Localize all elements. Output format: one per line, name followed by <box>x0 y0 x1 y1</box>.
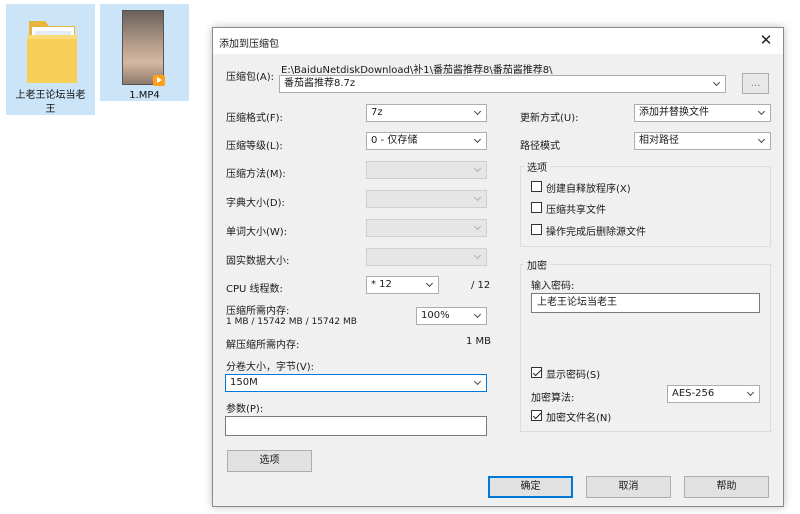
browse-button[interactable]: ... <box>742 73 769 94</box>
folder-label: 上老王论坛当老王 <box>15 90 86 115</box>
encrypt-filenames-label[interactable]: 加密文件名(N) <box>546 409 611 424</box>
options-button[interactable]: 选项 <box>227 450 312 472</box>
format-select[interactable]: 7z <box>366 104 487 122</box>
update-mode-label: 更新方式(U): <box>520 113 579 124</box>
desktop-video-item[interactable]: 1.MP4 <box>100 4 189 101</box>
video-thumbnail <box>122 10 164 85</box>
cpu-threads-select[interactable]: * 12 <box>366 276 439 294</box>
close-icon[interactable]: ✕ <box>755 30 777 50</box>
chevron-down-icon <box>472 133 486 149</box>
sfx-label[interactable]: 创建自释放程序(X) <box>546 180 631 195</box>
shared-files-label[interactable]: 压缩共享文件 <box>546 201 606 216</box>
archive-name-combo[interactable]: 番茄酱推荐8.7z <box>279 75 726 93</box>
chevron-down-icon <box>472 162 486 178</box>
chevron-down-icon <box>472 105 486 121</box>
encryption-method-label: 加密算法: <box>531 393 575 404</box>
cpu-threads-label: CPU 线程数: <box>226 284 283 295</box>
chevron-down-icon <box>472 220 486 236</box>
archive-name-value: 番茄酱推荐8.7z <box>284 78 356 89</box>
options-group-title: 选项 <box>524 159 550 174</box>
update-mode-select[interactable]: 添加并替换文件 <box>634 104 771 122</box>
play-badge-icon <box>153 75 165 86</box>
delete-after-label[interactable]: 操作完成后删除源文件 <box>546 223 646 238</box>
encryption-method-select[interactable]: AES-256 <box>667 385 760 403</box>
encryption-group-title: 加密 <box>524 257 550 272</box>
volume-size-value: 150M <box>230 377 258 388</box>
password-label: 输入密码: <box>531 281 575 292</box>
chevron-down-icon <box>472 308 486 324</box>
chevron-down-icon <box>756 133 770 149</box>
ok-button[interactable]: 确定 <box>488 476 573 498</box>
chevron-down-icon <box>472 191 486 207</box>
title-bar: 添加到压缩包 ✕ <box>213 28 783 54</box>
format-label: 压缩格式(F): <box>226 113 283 124</box>
word-size-select[interactable] <box>366 219 487 237</box>
volume-size-combo[interactable]: 150M <box>225 374 487 392</box>
dictionary-label: 字典大小(D): <box>226 198 285 209</box>
password-input[interactable]: 上老王论坛当老王 <box>531 293 760 313</box>
cancel-button[interactable]: 取消 <box>586 476 671 498</box>
memory-percent-value: 100% <box>421 310 450 321</box>
cpu-threads-value: * 12 <box>371 279 392 290</box>
video-label: 1.MP4 <box>129 90 160 101</box>
encryption-method-value: AES-256 <box>672 388 715 399</box>
chevron-down-icon <box>472 249 486 265</box>
delete-after-checkbox[interactable] <box>531 224 542 235</box>
compress-memory-label: 压缩所需内存: <box>226 306 290 317</box>
archive-label: 压缩包(A): <box>226 72 275 83</box>
path-mode-label: 路径模式 <box>520 141 560 152</box>
add-to-archive-dialog: 添加到压缩包 ✕ 压缩包(A): E:\BaiduNetdiskDownload… <box>212 27 784 507</box>
compress-memory-value: 1 MB / 15742 MB / 15742 MB <box>226 317 357 327</box>
method-select[interactable] <box>366 161 487 179</box>
memory-percent-select[interactable]: 100% <box>416 307 487 325</box>
dictionary-select[interactable] <box>366 190 487 208</box>
solid-size-select[interactable] <box>366 248 487 266</box>
volume-size-label: 分卷大小，字节(V): <box>226 362 315 373</box>
word-size-label: 单词大小(W): <box>226 227 288 238</box>
desktop-folder-item[interactable]: 上老王论坛当老王 <box>6 4 95 115</box>
parameters-input[interactable] <box>225 416 487 436</box>
update-mode-value: 添加并替换文件 <box>639 107 709 118</box>
path-mode-select[interactable]: 相对路径 <box>634 132 771 150</box>
shared-files-checkbox[interactable] <box>531 202 542 213</box>
archive-path: E:\BaiduNetdiskDownload\补1\番茄酱推荐8\番茄酱推荐8… <box>281 65 553 76</box>
folder-icon <box>27 21 77 83</box>
show-password-label[interactable]: 显示密码(S) <box>546 366 600 381</box>
chevron-down-icon <box>472 375 486 391</box>
chevron-down-icon <box>424 277 438 293</box>
show-password-checkbox[interactable] <box>531 367 542 378</box>
dialog-title: 添加到压缩包 <box>219 39 279 50</box>
level-value: 0 - 仅存储 <box>371 135 418 146</box>
decompress-memory-value: 1 MB <box>466 336 492 347</box>
solid-size-label: 固实数据大小: <box>226 256 290 267</box>
chevron-down-icon <box>745 386 759 402</box>
chevron-down-icon <box>711 76 725 92</box>
chevron-down-icon <box>756 105 770 121</box>
path-mode-value: 相对路径 <box>639 135 679 146</box>
cpu-threads-total: / 12 <box>471 280 491 291</box>
parameters-label: 参数(P): <box>226 404 264 415</box>
help-button[interactable]: 帮助 <box>684 476 769 498</box>
encrypt-filenames-checkbox[interactable] <box>531 410 542 421</box>
format-value: 7z <box>371 107 383 118</box>
sfx-checkbox[interactable] <box>531 181 542 192</box>
decompress-memory-label: 解压缩所需内存: <box>226 340 300 351</box>
method-label: 压缩方法(M): <box>226 169 286 180</box>
level-label: 压缩等级(L): <box>226 141 283 152</box>
level-select[interactable]: 0 - 仅存储 <box>366 132 487 150</box>
